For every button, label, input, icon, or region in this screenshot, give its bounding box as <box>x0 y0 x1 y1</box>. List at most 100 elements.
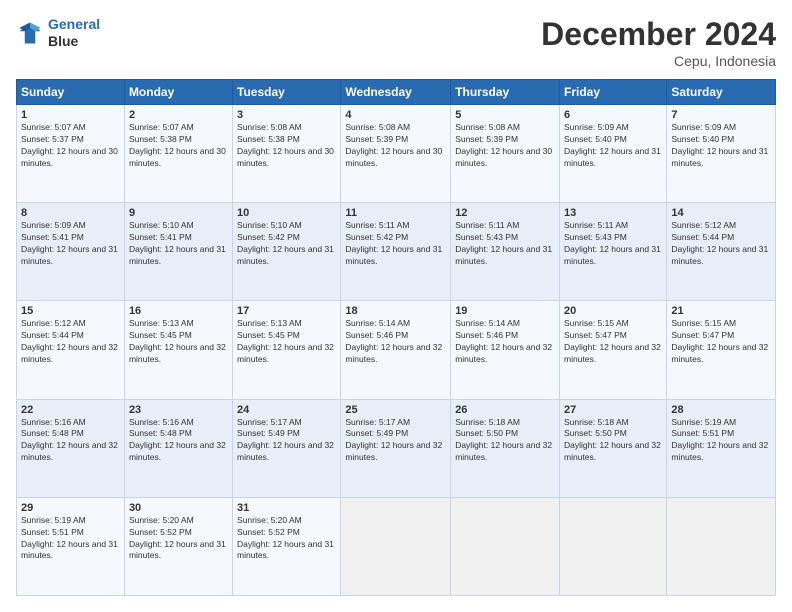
day-cell: 13 Sunrise: 5:11 AM Sunset: 5:43 PM Dayl… <box>560 203 667 301</box>
calendar-table: SundayMondayTuesdayWednesdayThursdayFrid… <box>16 79 776 596</box>
day-info: Sunrise: 5:18 AM Sunset: 5:50 PM Dayligh… <box>455 417 555 465</box>
day-info: Sunrise: 5:17 AM Sunset: 5:49 PM Dayligh… <box>345 417 446 465</box>
header-cell-tuesday: Tuesday <box>233 80 341 105</box>
day-number: 24 <box>237 404 336 416</box>
header-cell-friday: Friday <box>560 80 667 105</box>
week-row-3: 15 Sunrise: 5:12 AM Sunset: 5:44 PM Dayl… <box>17 301 776 399</box>
page-header: General Blue December 2024 Cepu, Indones… <box>16 16 776 69</box>
day-number: 23 <box>129 404 228 416</box>
day-number: 31 <box>237 502 336 514</box>
day-number: 4 <box>345 109 446 121</box>
day-number: 13 <box>564 207 662 219</box>
day-cell: 10 Sunrise: 5:10 AM Sunset: 5:42 PM Dayl… <box>233 203 341 301</box>
day-info: Sunrise: 5:13 AM Sunset: 5:45 PM Dayligh… <box>129 318 228 366</box>
day-cell: 11 Sunrise: 5:11 AM Sunset: 5:42 PM Dayl… <box>341 203 451 301</box>
day-number: 22 <box>21 404 120 416</box>
day-cell <box>451 497 560 595</box>
day-number: 21 <box>671 305 771 317</box>
day-info: Sunrise: 5:10 AM Sunset: 5:41 PM Dayligh… <box>129 220 228 268</box>
day-number: 2 <box>129 109 228 121</box>
day-number: 10 <box>237 207 336 219</box>
day-number: 1 <box>21 109 120 121</box>
day-number: 28 <box>671 404 771 416</box>
day-info: Sunrise: 5:16 AM Sunset: 5:48 PM Dayligh… <box>21 417 120 465</box>
day-number: 18 <box>345 305 446 317</box>
header-row: SundayMondayTuesdayWednesdayThursdayFrid… <box>17 80 776 105</box>
logo-general: General <box>48 16 100 32</box>
day-number: 20 <box>564 305 662 317</box>
day-number: 3 <box>237 109 336 121</box>
day-cell: 20 Sunrise: 5:15 AM Sunset: 5:47 PM Dayl… <box>560 301 667 399</box>
day-cell: 2 Sunrise: 5:07 AM Sunset: 5:38 PM Dayli… <box>124 105 232 203</box>
day-info: Sunrise: 5:14 AM Sunset: 5:46 PM Dayligh… <box>455 318 555 366</box>
month-title: December 2024 <box>541 16 776 53</box>
day-number: 14 <box>671 207 771 219</box>
day-cell: 16 Sunrise: 5:13 AM Sunset: 5:45 PM Dayl… <box>124 301 232 399</box>
day-info: Sunrise: 5:08 AM Sunset: 5:39 PM Dayligh… <box>455 122 555 170</box>
day-number: 26 <box>455 404 555 416</box>
day-number: 8 <box>21 207 120 219</box>
day-info: Sunrise: 5:13 AM Sunset: 5:45 PM Dayligh… <box>237 318 336 366</box>
day-info: Sunrise: 5:09 AM Sunset: 5:40 PM Dayligh… <box>564 122 662 170</box>
logo-blue: Blue <box>48 33 100 50</box>
day-number: 19 <box>455 305 555 317</box>
week-row-1: 1 Sunrise: 5:07 AM Sunset: 5:37 PM Dayli… <box>17 105 776 203</box>
day-number: 12 <box>455 207 555 219</box>
day-cell: 17 Sunrise: 5:13 AM Sunset: 5:45 PM Dayl… <box>233 301 341 399</box>
day-number: 7 <box>671 109 771 121</box>
header-cell-thursday: Thursday <box>451 80 560 105</box>
day-info: Sunrise: 5:19 AM Sunset: 5:51 PM Dayligh… <box>671 417 771 465</box>
day-info: Sunrise: 5:11 AM Sunset: 5:43 PM Dayligh… <box>564 220 662 268</box>
day-info: Sunrise: 5:07 AM Sunset: 5:38 PM Dayligh… <box>129 122 228 170</box>
day-cell: 18 Sunrise: 5:14 AM Sunset: 5:46 PM Dayl… <box>341 301 451 399</box>
day-cell: 4 Sunrise: 5:08 AM Sunset: 5:39 PM Dayli… <box>341 105 451 203</box>
calendar-page: General Blue December 2024 Cepu, Indones… <box>0 0 792 612</box>
day-info: Sunrise: 5:09 AM Sunset: 5:41 PM Dayligh… <box>21 220 120 268</box>
day-cell: 22 Sunrise: 5:16 AM Sunset: 5:48 PM Dayl… <box>17 399 125 497</box>
day-cell: 5 Sunrise: 5:08 AM Sunset: 5:39 PM Dayli… <box>451 105 560 203</box>
day-cell: 19 Sunrise: 5:14 AM Sunset: 5:46 PM Dayl… <box>451 301 560 399</box>
day-info: Sunrise: 5:09 AM Sunset: 5:40 PM Dayligh… <box>671 122 771 170</box>
header-cell-saturday: Saturday <box>667 80 776 105</box>
header-cell-wednesday: Wednesday <box>341 80 451 105</box>
day-number: 15 <box>21 305 120 317</box>
day-cell: 12 Sunrise: 5:11 AM Sunset: 5:43 PM Dayl… <box>451 203 560 301</box>
day-info: Sunrise: 5:14 AM Sunset: 5:46 PM Dayligh… <box>345 318 446 366</box>
day-number: 9 <box>129 207 228 219</box>
calendar-body: 1 Sunrise: 5:07 AM Sunset: 5:37 PM Dayli… <box>17 105 776 596</box>
day-info: Sunrise: 5:18 AM Sunset: 5:50 PM Dayligh… <box>564 417 662 465</box>
day-cell: 1 Sunrise: 5:07 AM Sunset: 5:37 PM Dayli… <box>17 105 125 203</box>
day-info: Sunrise: 5:15 AM Sunset: 5:47 PM Dayligh… <box>671 318 771 366</box>
day-cell: 25 Sunrise: 5:17 AM Sunset: 5:49 PM Dayl… <box>341 399 451 497</box>
day-number: 29 <box>21 502 120 514</box>
day-cell: 8 Sunrise: 5:09 AM Sunset: 5:41 PM Dayli… <box>17 203 125 301</box>
day-cell: 21 Sunrise: 5:15 AM Sunset: 5:47 PM Dayl… <box>667 301 776 399</box>
day-number: 6 <box>564 109 662 121</box>
day-number: 27 <box>564 404 662 416</box>
day-info: Sunrise: 5:20 AM Sunset: 5:52 PM Dayligh… <box>237 515 336 563</box>
day-info: Sunrise: 5:10 AM Sunset: 5:42 PM Dayligh… <box>237 220 336 268</box>
day-info: Sunrise: 5:19 AM Sunset: 5:51 PM Dayligh… <box>21 515 120 563</box>
day-cell <box>341 497 451 595</box>
week-row-2: 8 Sunrise: 5:09 AM Sunset: 5:41 PM Dayli… <box>17 203 776 301</box>
header-cell-monday: Monday <box>124 80 232 105</box>
calendar-header: SundayMondayTuesdayWednesdayThursdayFrid… <box>17 80 776 105</box>
day-cell <box>560 497 667 595</box>
day-cell: 26 Sunrise: 5:18 AM Sunset: 5:50 PM Dayl… <box>451 399 560 497</box>
location: Cepu, Indonesia <box>541 53 776 69</box>
logo-text: General Blue <box>48 16 100 50</box>
day-number: 5 <box>455 109 555 121</box>
day-cell: 14 Sunrise: 5:12 AM Sunset: 5:44 PM Dayl… <box>667 203 776 301</box>
day-info: Sunrise: 5:07 AM Sunset: 5:37 PM Dayligh… <box>21 122 120 170</box>
day-cell: 24 Sunrise: 5:17 AM Sunset: 5:49 PM Dayl… <box>233 399 341 497</box>
day-info: Sunrise: 5:12 AM Sunset: 5:44 PM Dayligh… <box>671 220 771 268</box>
day-info: Sunrise: 5:12 AM Sunset: 5:44 PM Dayligh… <box>21 318 120 366</box>
day-info: Sunrise: 5:11 AM Sunset: 5:43 PM Dayligh… <box>455 220 555 268</box>
day-info: Sunrise: 5:17 AM Sunset: 5:49 PM Dayligh… <box>237 417 336 465</box>
day-info: Sunrise: 5:20 AM Sunset: 5:52 PM Dayligh… <box>129 515 228 563</box>
day-info: Sunrise: 5:08 AM Sunset: 5:39 PM Dayligh… <box>345 122 446 170</box>
day-cell: 23 Sunrise: 5:16 AM Sunset: 5:48 PM Dayl… <box>124 399 232 497</box>
day-cell: 3 Sunrise: 5:08 AM Sunset: 5:38 PM Dayli… <box>233 105 341 203</box>
day-number: 16 <box>129 305 228 317</box>
day-number: 25 <box>345 404 446 416</box>
